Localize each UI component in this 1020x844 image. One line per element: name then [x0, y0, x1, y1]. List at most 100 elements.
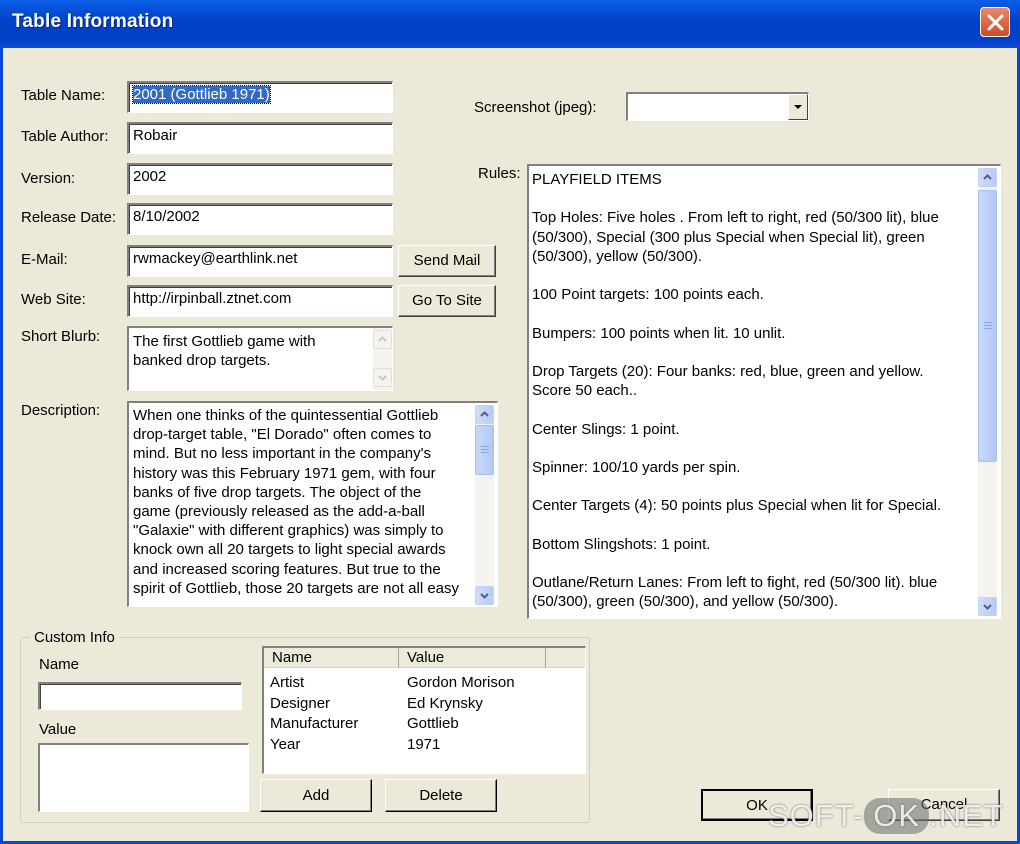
custom-name-input[interactable] [38, 682, 242, 710]
table-author-label: Table Author: [21, 128, 109, 145]
delete-button[interactable]: Delete [385, 779, 497, 812]
rules-label: Rules: [478, 165, 521, 182]
scroll-up-button[interactable] [373, 330, 392, 349]
website-value: http://irpinball.ztnet.com [133, 290, 292, 307]
rules-line: Bumpers: 100 points when lit. 10 unlit. [532, 324, 786, 342]
description-textarea[interactable]: When one thinks of the quintessential Go… [127, 401, 498, 607]
send-mail-label: Send Mail [413, 252, 481, 269]
website-input[interactable]: http://irpinball.ztnet.com [127, 285, 393, 317]
scroll-thumb[interactable] [475, 425, 494, 475]
rules-line: (50/300), yellow (50/300). [532, 247, 703, 265]
custom-value-textarea[interactable] [38, 743, 249, 812]
go-to-site-label: Go To Site [412, 292, 482, 309]
scroll-thumb[interactable] [978, 190, 997, 462]
close-button[interactable] [980, 7, 1010, 37]
rules-scrollbar[interactable] [978, 168, 997, 616]
rules-line [532, 343, 941, 362]
rules-line: 100 Point targets: 100 points each. [532, 286, 764, 304]
table-name-label: Table Name: [21, 87, 106, 104]
description-line: game (previously released as the add-a-b… [133, 503, 425, 521]
table-name-input[interactable]: 2001 (Gottlieb 1971) [127, 81, 393, 113]
screenshot-label: Screenshot (jpeg): [474, 99, 597, 116]
chevron-down-icon [794, 105, 802, 109]
version-input[interactable]: 2002 [127, 163, 393, 195]
rules-line: Score 50 each.. [532, 382, 638, 400]
table-name-value: 2001 (Gottlieb 1971) [132, 85, 271, 104]
rules-line [532, 516, 941, 535]
scroll-up-button[interactable] [475, 405, 494, 424]
description-line: knock own all 20 targets to light specia… [133, 541, 446, 559]
description-line: spirit of Gottlieb, those 20 targets are… [133, 579, 460, 597]
column-header-empty [546, 648, 585, 668]
rules-line [532, 400, 941, 419]
short-blurb-textarea[interactable]: The first Gottlieb game with banked drop… [127, 326, 393, 391]
chevron-up-icon [983, 174, 992, 180]
short-blurb-line: The first Gottlieb game with [133, 333, 316, 350]
column-header-value[interactable]: Value [399, 648, 546, 668]
chevron-down-icon [480, 593, 489, 599]
scroll-down-button[interactable] [978, 597, 997, 616]
custom-name-label: Name [39, 656, 80, 673]
description-line: When one thinks of the quintessential Go… [133, 407, 439, 424]
chevron-down-icon [983, 604, 992, 610]
version-value: 2002 [133, 168, 167, 185]
go-to-site-button[interactable]: Go To Site [398, 285, 496, 317]
description-line: "Galaxie" with different graphics) was s… [133, 522, 444, 540]
short-blurb-label: Short Blurb: [21, 328, 101, 345]
custom-info-legend: Custom Info [30, 629, 119, 646]
description-scrollbar[interactable] [475, 405, 494, 605]
email-value: rwmackey@earthlink.net [133, 250, 298, 267]
description-line: mind. But no less important in the compa… [133, 445, 432, 463]
scroll-down-button[interactable] [475, 586, 494, 605]
email-input[interactable]: rwmackey@earthlink.net [127, 245, 393, 277]
release-date-label: Release Date: [21, 209, 117, 226]
description-line: history was this February 1971 gem, with… [133, 464, 436, 482]
chevron-down-icon [378, 375, 387, 381]
description-label: Description: [21, 402, 101, 419]
rules-line: (50/300), green (50/300), and yellow (50… [532, 593, 839, 611]
release-date-input[interactable]: 8/10/2002 [127, 203, 393, 235]
email-label: E-Mail: [21, 251, 68, 268]
chevron-up-icon [378, 336, 387, 342]
custom-value-label: Value [39, 721, 77, 738]
website-label: Web Site: [21, 291, 86, 308]
rules-line [532, 439, 941, 458]
chevron-up-icon [480, 411, 489, 417]
short-blurb-line: banked drop targets. [133, 352, 271, 370]
rules-line: Center Slings: 1 point. [532, 420, 680, 438]
screenshot-dropdown-button[interactable] [788, 94, 808, 120]
rules-line: Outlane/Return Lanes: From left to fight… [532, 574, 938, 592]
table-author-input[interactable]: Robair [127, 122, 393, 154]
rules-line: Center Targets (4): 50 points plus Speci… [532, 497, 942, 515]
close-icon [987, 14, 1004, 31]
rules-textarea[interactable]: PLAYFIELD ITEMS Top Holes: Five holes . F… [527, 164, 1001, 619]
rules-line [532, 304, 941, 323]
window-title: Table Information [12, 11, 174, 32]
rules-line [532, 189, 941, 208]
version-label: Version: [21, 170, 76, 187]
add-button[interactable]: Add [260, 779, 372, 812]
table-author-value: Robair [133, 127, 178, 144]
description-line: drop-target table, "El Dorado" often com… [133, 426, 432, 444]
short-blurb-scrollbar[interactable] [373, 328, 392, 390]
watermark: SOFT- OK .NET [768, 798, 1004, 834]
scroll-up-button[interactable] [978, 168, 997, 187]
scroll-down-button[interactable] [373, 368, 392, 387]
rules-text: PLAYFIELD ITEMS Top Holes: Five holes . F… [532, 170, 941, 612]
custom-info-listview[interactable]: Name Value Artist Gordon Morison Designe… [262, 646, 586, 774]
rules-line: Drop Targets (20): Four banks: red, blue… [532, 362, 924, 380]
rules-line: Bottom Slingshots: 1 point. [532, 535, 711, 553]
rules-line [532, 266, 941, 285]
description-line: and increased scoring features. But true… [133, 560, 441, 578]
send-mail-button[interactable]: Send Mail [398, 245, 496, 277]
rules-line: (50/300), Special (300 plus Special when… [532, 228, 925, 246]
screenshot-select[interactable] [626, 92, 809, 121]
rules-line: Top Holes: Five holes . From left to rig… [532, 209, 939, 227]
rules-line [532, 477, 941, 496]
rules-line [532, 554, 941, 573]
release-date-value: 8/10/2002 [133, 208, 200, 225]
rules-line: PLAYFIELD ITEMS [532, 171, 662, 188]
column-header-name[interactable]: Name [264, 648, 399, 668]
rules-line: Spinner: 100/10 yards per spin. [532, 458, 741, 476]
description-line: banks of five drop targets. The object o… [133, 483, 422, 501]
